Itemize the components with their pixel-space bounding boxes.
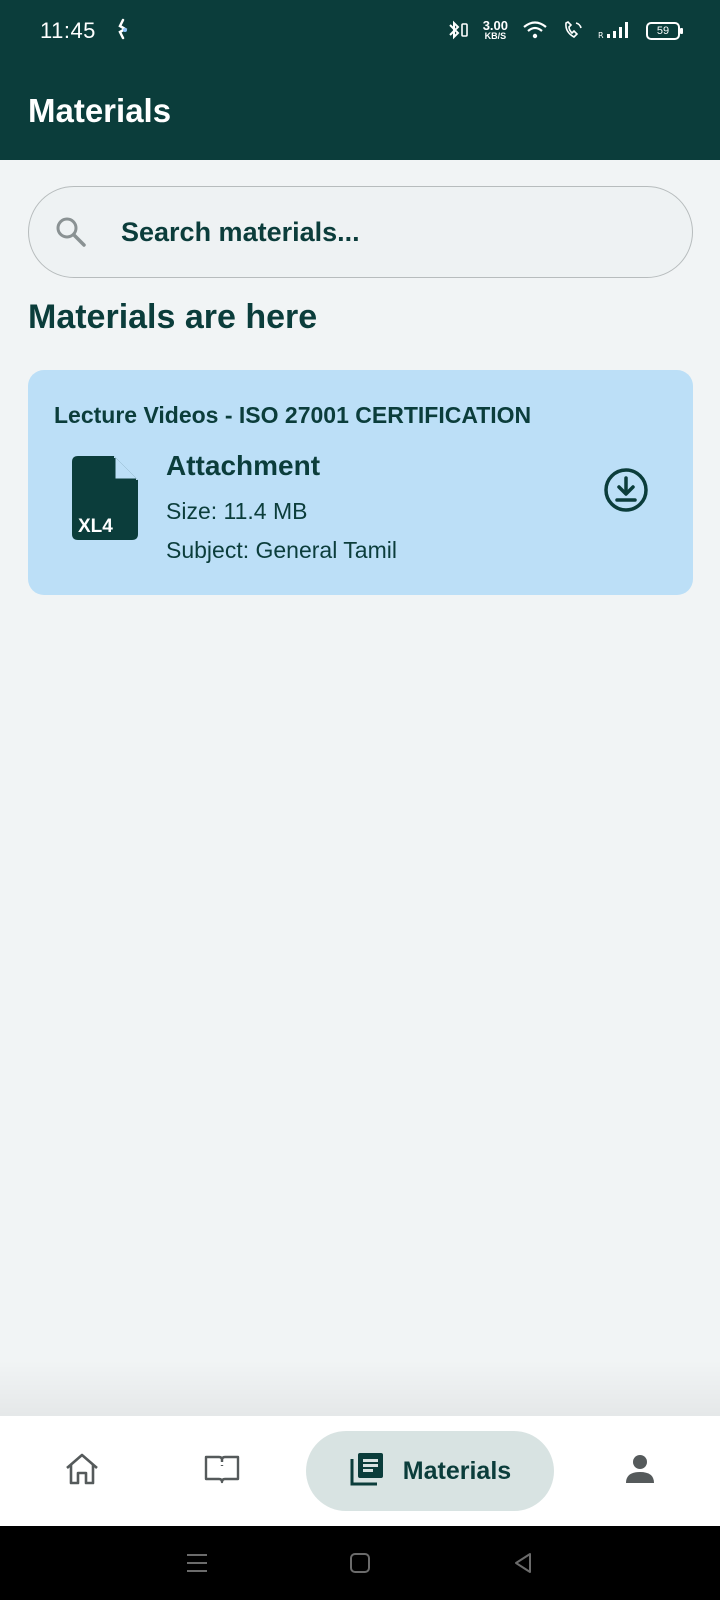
book-icon: [203, 1452, 241, 1491]
material-card[interactable]: Lecture Videos - ISO 27001 CERTIFICATION…: [28, 370, 693, 595]
call-icon: [562, 20, 584, 43]
file-extension: XL4: [78, 516, 113, 537]
nav-materials[interactable]: Materials: [306, 1431, 554, 1511]
download-icon[interactable]: [602, 466, 650, 514]
nav-home[interactable]: [40, 1416, 124, 1526]
attachment-size: Size: 11.4 MB: [166, 498, 308, 524]
nav-profile[interactable]: [598, 1416, 682, 1526]
notification-icon: [116, 18, 130, 45]
svg-text:R: R: [598, 31, 604, 40]
app-bar: Materials: [0, 62, 720, 160]
bluetooth-icon: [447, 20, 469, 43]
material-title: Lecture Videos - ISO 27001 CERTIFICATION: [54, 402, 532, 428]
nav-courses[interactable]: [180, 1416, 264, 1526]
bottom-shadow: [0, 1360, 720, 1416]
search-input[interactable]: [119, 215, 639, 249]
bottom-navigation: Materials: [0, 1416, 720, 1526]
wifi-icon: [522, 20, 548, 43]
person-icon: [623, 1452, 657, 1491]
home-icon: [63, 1451, 101, 1492]
nav-materials-label: Materials: [402, 1456, 512, 1485]
back-triangle-icon[interactable]: [508, 1548, 538, 1578]
home-square-icon[interactable]: [345, 1548, 375, 1578]
library-icon: [349, 1451, 385, 1492]
status-bar: 11:45 3.00 KB/S R 59: [0, 0, 720, 62]
page-title: Materials: [28, 92, 172, 129]
attachment-label: Attachment: [166, 450, 321, 481]
menu-icon[interactable]: [182, 1548, 212, 1578]
search-box[interactable]: [28, 186, 693, 278]
attachment-subject: Subject: General Tamil: [166, 537, 397, 563]
network-speed: 3.00 KB/S: [482, 18, 508, 41]
status-time: 11:45: [40, 18, 96, 43]
system-navigation-bar: [0, 1526, 720, 1600]
signal-icon: R: [598, 20, 632, 43]
battery-indicator: 59: [646, 22, 683, 40]
section-title: Materials are here: [28, 298, 318, 336]
search-icon: [53, 214, 89, 250]
